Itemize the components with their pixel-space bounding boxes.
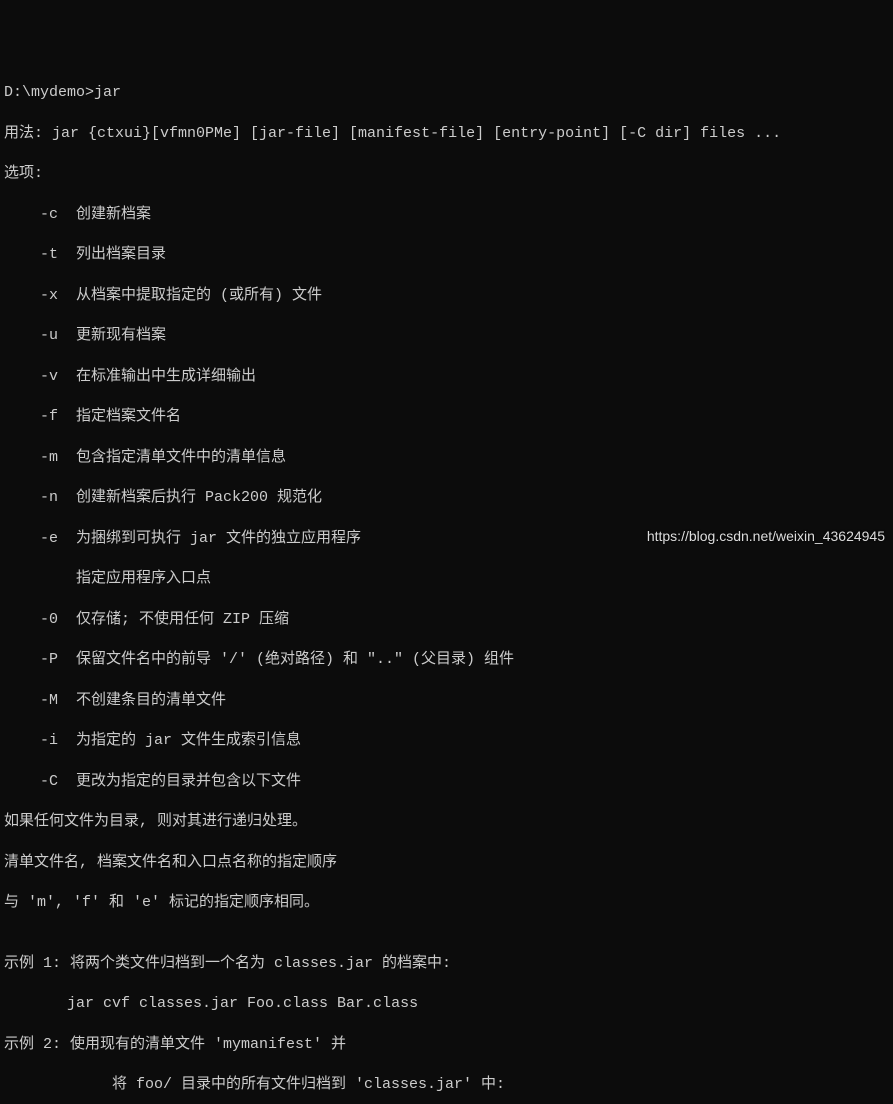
option-n: -n 创建新档案后执行 Pack200 规范化 [4, 488, 889, 508]
option-p: -P 保留文件名中的前导 '/' (绝对路径) 和 ".." (父目录) 组件 [4, 650, 889, 670]
option-t: -t 列出档案目录 [4, 245, 889, 265]
usage-line: 用法: jar {ctxui}[vfmn0PMe] [jar-file] [ma… [4, 124, 889, 144]
option-f: -f 指定档案文件名 [4, 407, 889, 427]
example-2-desc: 示例 2: 使用现有的清单文件 'mymanifest' 并 [4, 1035, 889, 1055]
option-c-cap: -C 更改为指定的目录并包含以下文件 [4, 772, 889, 792]
option-m: -m 包含指定清单文件中的清单信息 [4, 448, 889, 468]
note-order2: 与 'm', 'f' 和 'e' 标记的指定顺序相同。 [4, 893, 889, 913]
note-recursive: 如果任何文件为目录, 则对其进行递归处理。 [4, 812, 889, 832]
example-2-desc2: 将 foo/ 目录中的所有文件归档到 'classes.jar' 中: [4, 1075, 889, 1095]
option-m-cap: -M 不创建条目的清单文件 [4, 691, 889, 711]
option-x: -x 从档案中提取指定的 (或所有) 文件 [4, 286, 889, 306]
example-1-desc: 示例 1: 将两个类文件归档到一个名为 classes.jar 的档案中: [4, 954, 889, 974]
note-order1: 清单文件名, 档案文件名和入口点名称的指定顺序 [4, 853, 889, 873]
option-c: -c 创建新档案 [4, 205, 889, 225]
option-e-cont: 指定应用程序入口点 [4, 569, 889, 589]
option-u: -u 更新现有档案 [4, 326, 889, 346]
watermark-text: https://blog.csdn.net/weixin_43624945 [647, 527, 885, 546]
option-i: -i 为指定的 jar 文件生成索引信息 [4, 731, 889, 751]
example-1-cmd: jar cvf classes.jar Foo.class Bar.class [4, 994, 889, 1014]
command-prompt-line: D:\mydemo>jar [4, 83, 889, 103]
option-0: -0 仅存储; 不使用任何 ZIP 压缩 [4, 610, 889, 630]
option-v: -v 在标准输出中生成详细输出 [4, 367, 889, 387]
options-header: 选项: [4, 164, 889, 184]
